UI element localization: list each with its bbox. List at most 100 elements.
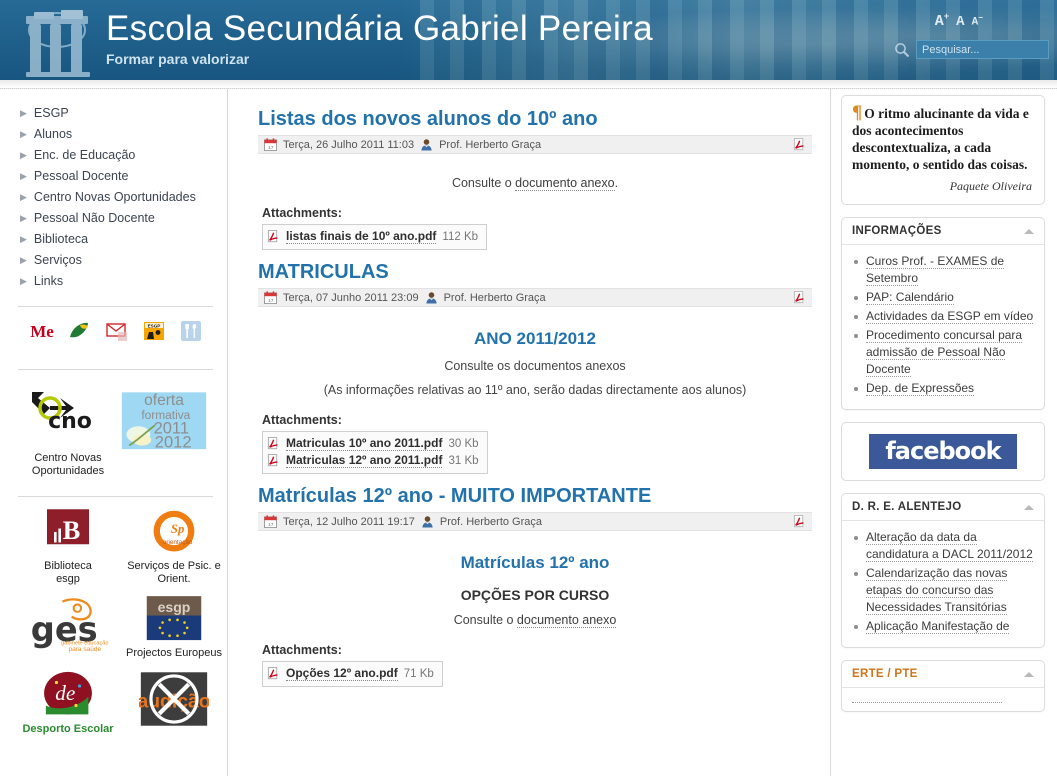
nav-link[interactable]: Biblioteca	[34, 232, 88, 246]
search-icon[interactable]	[894, 42, 910, 58]
attachment-link[interactable]: Opções 12º ano.pdf	[286, 666, 398, 681]
chevron-up-icon[interactable]	[1024, 228, 1034, 234]
sidebar-item-pessoal-docente[interactable]: ▶ Pessoal Docente	[14, 166, 217, 187]
chevron-right-icon: ▶	[20, 275, 27, 286]
chevron-up-icon[interactable]	[1024, 504, 1034, 510]
placeholder-link[interactable]	[852, 697, 1002, 703]
sidebar-item-esgp[interactable]: ▶ ESGP	[14, 103, 217, 124]
article-title[interactable]: Matrículas 12º ano - MUITO IMPORTANTE	[258, 484, 812, 508]
pdf-export-icon[interactable]	[793, 138, 806, 151]
font-reset-button[interactable]: A	[956, 14, 964, 30]
article-title[interactable]: MATRICULAS	[258, 260, 812, 284]
search-area[interactable]	[894, 40, 1049, 59]
ges-logo[interactable]: ges gabinete educação para saúde	[18, 596, 118, 660]
school-logo-icon[interactable]	[14, 4, 100, 78]
paragraph-text: Consulte o	[451, 176, 516, 190]
module-header[interactable]: ERTE / PTE	[842, 661, 1044, 688]
attachment-item[interactable]: listas finais de 10º ano.pdf 112 Kb	[267, 228, 478, 245]
nav-link[interactable]: Centro Novas Oportunidades	[34, 190, 196, 204]
module-link[interactable]: PAP: Calendário	[866, 290, 954, 305]
site-title: Escola Secundária Gabriel Pereira	[106, 9, 653, 48]
list-item[interactable]: Dep. de Expressões	[852, 380, 1034, 397]
module-header[interactable]: D. R. E. ALENTEJO	[842, 494, 1044, 521]
nav-link[interactable]: Alunos	[34, 127, 72, 141]
promo-banners: cno Centro Novas Oportunidades oferta fo…	[14, 370, 217, 482]
oferta-formativa-promo[interactable]: oferta formativa 2011 2012	[116, 384, 211, 455]
cantina-cutlery-icon[interactable]	[179, 319, 203, 343]
attachment-link[interactable]: listas finais de 10º ano.pdf	[286, 229, 437, 244]
list-item[interactable]: PAP: Calendário	[852, 289, 1034, 306]
nav-link[interactable]: Serviços	[34, 253, 82, 267]
font-decrease-button[interactable]: A−	[972, 14, 983, 29]
list-item[interactable]: Actividades da ESGP em vídeo	[852, 308, 1034, 325]
projectos-europeus-logo[interactable]: esgp Projectos Europeus	[124, 596, 224, 660]
sidebar-item-servicos[interactable]: ▶ Serviços	[14, 250, 217, 271]
ges-logo-icon: ges gabinete educação para saúde	[31, 598, 109, 653]
sidebar-item-alunos[interactable]: ▶ Alunos	[14, 124, 217, 145]
module-link[interactable]: Actividades da ESGP em vídeo	[866, 309, 1034, 324]
font-size-controls[interactable]: A+ A A−	[935, 12, 983, 30]
chevron-up-icon[interactable]	[1024, 671, 1034, 677]
esgp-moodle-icon[interactable]: ESGP	[142, 319, 166, 343]
attachment-link[interactable]: Matriculas 10º ano 2011.pdf	[286, 436, 443, 451]
module-link[interactable]: Calendarização das novas etapas do concu…	[866, 566, 1008, 615]
sidebar-item-links[interactable]: ▶ Links	[14, 271, 217, 292]
module-list: Alteração da data da candidatura a DACL …	[852, 529, 1034, 635]
nav-link[interactable]: Pessoal Docente	[34, 169, 129, 183]
spo-caption: Serviços de Psic. e Orient.	[127, 560, 221, 585]
nav-link[interactable]: Links	[34, 274, 63, 288]
cno-promo[interactable]: cno Centro Novas Oportunidades	[20, 384, 116, 478]
font-increase-button[interactable]: A+	[935, 12, 949, 30]
module-body	[842, 688, 1044, 711]
spo-logo[interactable]: Sp orientação Serviços de Psic. e Orient…	[124, 509, 224, 586]
module-link[interactable]: Aplicação Manifestação de	[866, 619, 1010, 634]
document-link[interactable]: documento anexo	[516, 613, 617, 628]
webmail-envelope-icon[interactable]	[105, 319, 129, 343]
nav-link[interactable]: Pessoal Não Docente	[34, 211, 155, 225]
quote-mark-icon: ¶	[852, 102, 863, 123]
article-date: Terça, 26 Julho 2011 11:03	[283, 138, 415, 151]
list-item[interactable]: Curos Prof. - EXAMES de Setembro	[852, 253, 1034, 287]
biblioteca-esgp-logo[interactable]: B Biblioteca esgp	[18, 509, 118, 586]
module-link[interactable]: Procedimento concursal para admissão de …	[866, 328, 1023, 377]
article-body: ANO 2011/2012 Consulte os documentos ane…	[258, 307, 812, 474]
chevron-right-icon: ▶	[20, 233, 27, 244]
pdf-export-icon[interactable]	[793, 291, 806, 304]
desporto-escolar-logo[interactable]: de Desporto Escolar	[18, 670, 118, 736]
svg-text:Sp: Sp	[171, 522, 184, 536]
module-link[interactable]: Curos Prof. - EXAMES de Setembro	[866, 254, 1005, 286]
facebook-logo[interactable]: facebook	[869, 434, 1017, 469]
svg-text:17: 17	[268, 522, 274, 527]
article-date: Terça, 07 Junho 2011 23:09	[283, 291, 419, 304]
nav-link[interactable]: ESGP	[34, 106, 69, 120]
attachment-item[interactable]: Matriculas 10º ano 2011.pdf 30 Kb	[267, 435, 479, 452]
list-item[interactable]: Aplicação Manifestação de	[852, 618, 1034, 635]
article-title[interactable]: Listas dos novos alunos do 10º ano	[258, 107, 812, 131]
sidebar-item-biblioteca[interactable]: ▶ Biblioteca	[14, 229, 217, 250]
pdf-export-icon[interactable]	[793, 515, 806, 528]
module-header[interactable]: INFORMAÇÕES	[842, 218, 1044, 245]
attachment-item[interactable]: Opções 12º ano.pdf 71 Kb	[267, 665, 434, 682]
sidebar-item-centro-novas-oportunidades[interactable]: ▶ Centro Novas Oportunidades	[14, 187, 217, 208]
module-link[interactable]: Alteração da data da candidatura a DACL …	[866, 530, 1033, 562]
leaf-logo-icon[interactable]	[67, 319, 91, 343]
audicao-logo[interactable]: audição	[124, 670, 224, 736]
chevron-right-icon: ▶	[20, 149, 27, 160]
nav-link[interactable]: Enc. de Educação	[34, 148, 135, 162]
audicao-icon: audição	[137, 672, 211, 726]
sidebar-item-enc-educacao[interactable]: ▶ Enc. de Educação	[14, 145, 217, 166]
attachment-item[interactable]: Matriculas 12º ano 2011.pdf 31 Kb	[267, 452, 479, 469]
search-input[interactable]	[916, 40, 1049, 59]
facebook-module[interactable]: facebook	[841, 422, 1045, 481]
attachment-link[interactable]: Matriculas 12º ano 2011.pdf	[286, 453, 443, 468]
list-item[interactable]: Calendarização das novas etapas do concu…	[852, 565, 1034, 616]
calendar-icon: 17	[264, 291, 277, 304]
document-link[interactable]: documento anexo	[515, 176, 615, 191]
list-item[interactable]: Procedimento concursal para admissão de …	[852, 327, 1034, 378]
list-item[interactable]: Alteração da data da candidatura a DACL …	[852, 529, 1034, 563]
sidebar-item-pessoal-nao-docente[interactable]: ▶ Pessoal Não Docente	[14, 208, 217, 229]
attachments-box: listas finais de 10º ano.pdf 112 Kb	[262, 224, 488, 250]
ministerio-educacao-icon[interactable]: Me	[30, 319, 54, 343]
module-link[interactable]: Dep. de Expressões	[866, 381, 975, 396]
pdf-file-icon	[267, 437, 278, 450]
